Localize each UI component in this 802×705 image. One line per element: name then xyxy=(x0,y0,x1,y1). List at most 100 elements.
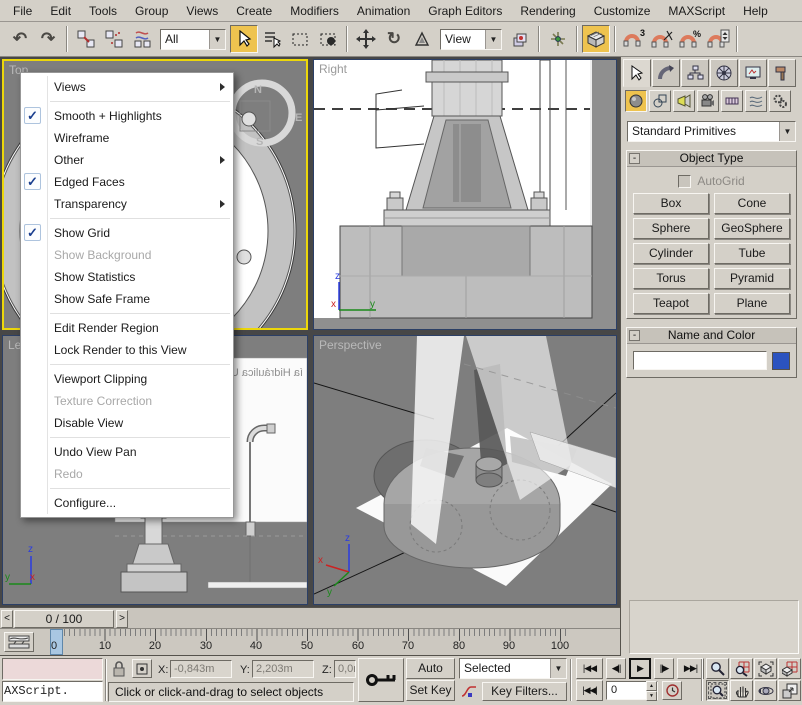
rectangular-selection-region-button[interactable] xyxy=(286,25,314,53)
cylinder-button[interactable]: Cylinder xyxy=(633,243,709,264)
select-and-scale-button[interactable] xyxy=(408,25,436,53)
play-button[interactable]: ▶ xyxy=(629,658,651,679)
zoom-extents-all-button[interactable] xyxy=(778,658,801,679)
object-color-swatch[interactable] xyxy=(772,352,790,370)
menu-customize[interactable]: Customize xyxy=(585,1,660,21)
menu-item-transparency[interactable]: Transparency xyxy=(21,193,233,215)
spinner-snap-toggle-button[interactable] xyxy=(704,25,732,53)
time-slider-handle[interactable]: 0 / 100 xyxy=(14,610,114,628)
default-in-out-tangents-button[interactable] xyxy=(459,682,479,701)
selection-lock-icon[interactable] xyxy=(112,661,126,677)
dropdown-arrow-icon[interactable]: ▼ xyxy=(550,659,566,678)
zoom-button[interactable] xyxy=(706,658,729,679)
viewport-right-label[interactable]: Right xyxy=(319,62,347,76)
viewport-right[interactable]: z x y Right xyxy=(313,59,617,330)
selection-set-dropdown[interactable]: Selected ▼ xyxy=(459,658,567,679)
maxscript-mini-listener[interactable]: AXScript. xyxy=(2,681,103,702)
category-geometry[interactable] xyxy=(625,90,647,112)
zoom-extents-button[interactable] xyxy=(754,658,777,679)
keyboard-shortcut-override-toggle[interactable] xyxy=(582,25,610,53)
name-color-rollout-header[interactable]: - Name and Color xyxy=(627,328,796,344)
dropdown-arrow-icon[interactable]: ▼ xyxy=(779,122,795,141)
menu-item-viewport-clipping[interactable]: Viewport Clipping xyxy=(21,368,233,390)
menu-views[interactable]: Views xyxy=(177,1,227,21)
cone-button[interactable]: Cone xyxy=(714,193,790,214)
crossing-selection-button[interactable] xyxy=(314,25,342,53)
menu-item-other[interactable]: Other xyxy=(21,149,233,171)
teapot-button[interactable]: Teapot xyxy=(633,293,709,314)
viewport-perspective-label[interactable]: Perspective xyxy=(319,338,382,352)
box-button[interactable]: Box xyxy=(633,193,709,214)
dropdown-arrow-icon[interactable]: ▼ xyxy=(485,30,501,49)
category-cameras[interactable] xyxy=(697,90,719,112)
geosphere-button[interactable]: GeoSphere xyxy=(714,218,790,239)
menu-edit[interactable]: Edit xyxy=(41,1,80,21)
select-and-manipulate-button[interactable] xyxy=(544,25,572,53)
menu-tools[interactable]: Tools xyxy=(80,1,126,21)
next-frame-button[interactable]: ||▶ xyxy=(654,658,674,679)
object-type-rollout-header[interactable]: - Object Type xyxy=(627,151,796,167)
menu-item-views[interactable]: Views xyxy=(21,76,233,98)
select-by-name-button[interactable] xyxy=(258,25,286,53)
category-helpers[interactable] xyxy=(721,90,743,112)
coord-system-dropdown[interactable]: View ▼ xyxy=(440,29,502,50)
select-and-move-button[interactable] xyxy=(352,25,380,53)
tab-display[interactable] xyxy=(739,59,767,87)
select-and-link-icon[interactable] xyxy=(72,25,100,53)
time-slider-next-button[interactable]: > xyxy=(116,610,128,628)
tab-motion[interactable] xyxy=(710,59,738,87)
go-to-end-button[interactable]: ▶▶| xyxy=(677,658,704,679)
mini-curve-editor-button[interactable] xyxy=(4,632,34,652)
use-pivot-point-center-button[interactable] xyxy=(506,25,534,53)
orbit-button[interactable] xyxy=(754,680,777,701)
object-name-input[interactable] xyxy=(633,351,767,370)
track-bar[interactable]: 0 10 20 30 40 50 60 70 80 90 100 xyxy=(0,629,620,656)
menu-item-configure[interactable]: Configure... xyxy=(21,492,233,514)
time-configuration-button[interactable] xyxy=(662,681,682,700)
object-class-dropdown[interactable]: Standard Primitives ▼ xyxy=(627,121,796,142)
menu-item-lock-render[interactable]: Lock Render to this View xyxy=(21,339,233,361)
select-and-rotate-button[interactable]: ↻ xyxy=(380,25,408,53)
category-shapes[interactable] xyxy=(649,90,671,112)
menu-group[interactable]: Group xyxy=(126,1,177,21)
menu-item-show-safe-frame[interactable]: Show Safe Frame xyxy=(21,288,233,310)
menu-item-show-statistics[interactable]: Show Statistics xyxy=(21,266,233,288)
right-viewport-canvas[interactable]: z x y xyxy=(314,60,616,329)
pan-button[interactable] xyxy=(730,680,753,701)
previous-frame-button[interactable]: ◀|| xyxy=(606,658,626,679)
tab-hierarchy[interactable] xyxy=(681,59,709,87)
menu-file[interactable]: File xyxy=(4,1,41,21)
category-systems[interactable] xyxy=(769,90,791,112)
collapse-icon[interactable]: - xyxy=(629,330,640,341)
sphere-button[interactable]: Sphere xyxy=(633,218,709,239)
menu-item-undo-view-pan[interactable]: Undo View Pan xyxy=(21,441,233,463)
menu-item-disable-view[interactable]: Disable View xyxy=(21,412,233,434)
tube-button[interactable]: Tube xyxy=(714,243,790,264)
frame-spinner[interactable]: ▲▼ xyxy=(646,681,657,700)
pyramid-button[interactable]: Pyramid xyxy=(714,268,790,289)
menu-graph-editors[interactable]: Graph Editors xyxy=(419,1,511,21)
menu-item-smooth-highlights[interactable]: ✓Smooth + Highlights xyxy=(21,105,233,127)
tab-modify[interactable] xyxy=(652,59,680,87)
menu-help[interactable]: Help xyxy=(734,1,777,21)
maximize-viewport-toggle[interactable] xyxy=(778,680,801,701)
menu-rendering[interactable]: Rendering xyxy=(511,1,584,21)
dropdown-arrow-icon[interactable]: ▼ xyxy=(209,30,225,49)
collapse-icon[interactable]: - xyxy=(629,153,640,164)
viewport-perspective[interactable]: z x y Perspective xyxy=(313,335,617,605)
set-keys-button[interactable] xyxy=(358,658,404,702)
menu-item-show-grid[interactable]: ✓Show Grid xyxy=(21,222,233,244)
x-coord-field[interactable]: -0,843m xyxy=(170,660,232,678)
snaps-toggle-3d-button[interactable]: 3 xyxy=(620,25,648,53)
unlink-selection-icon[interactable] xyxy=(100,25,128,53)
set-key-button[interactable]: Set Key xyxy=(406,680,455,701)
category-space-warps[interactable] xyxy=(745,90,767,112)
bind-to-space-warp-icon[interactable] xyxy=(128,25,156,53)
selection-filter-dropdown[interactable]: All ▼ xyxy=(160,29,226,50)
percent-snap-toggle-button[interactable]: % xyxy=(676,25,704,53)
menu-create[interactable]: Create xyxy=(227,1,281,21)
time-slider-prev-button[interactable]: < xyxy=(1,610,13,628)
menu-animation[interactable]: Animation xyxy=(348,1,419,21)
category-lights[interactable] xyxy=(673,90,695,112)
select-object-button[interactable] xyxy=(230,25,258,53)
